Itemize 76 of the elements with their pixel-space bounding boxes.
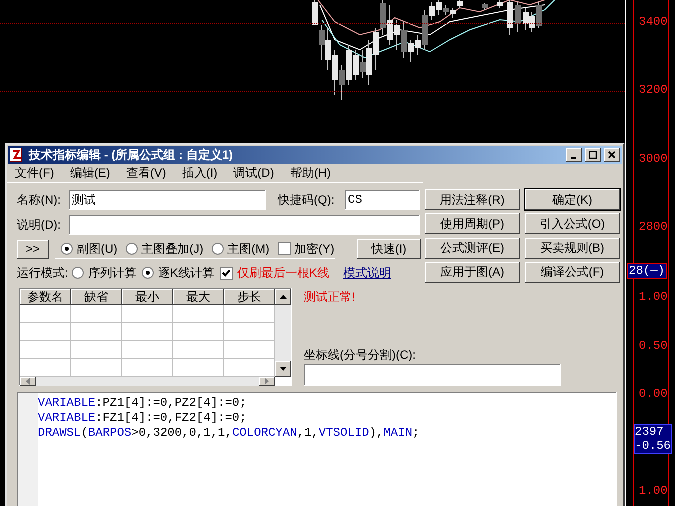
mode-help-link[interactable]: 模式说明 bbox=[343, 264, 392, 282]
code-line: VARIABLE:PZ1[4]:=0,PZ2[4]:=0; bbox=[38, 396, 248, 411]
radio-label: 副图(U) bbox=[77, 240, 118, 258]
action-button[interactable]: 公式测评(E) bbox=[425, 238, 520, 258]
candle bbox=[515, 2, 521, 32]
close-button[interactable] bbox=[604, 148, 620, 162]
action-button[interactable]: 使用周期(P) bbox=[425, 213, 520, 234]
maximize-button[interactable] bbox=[585, 148, 601, 162]
action-button[interactable]: 引入公式(O) bbox=[525, 213, 620, 234]
candle bbox=[497, 0, 503, 8]
field-label: 说明(D): bbox=[17, 216, 62, 234]
axis-label: 1.00 bbox=[639, 484, 668, 498]
axis-label: 3000 bbox=[639, 152, 668, 166]
menu-item[interactable]: 查看(V) bbox=[126, 164, 166, 182]
action-button[interactable]: 用法注释(R) bbox=[425, 189, 520, 210]
down-arrow-icon bbox=[280, 367, 286, 371]
current-value-tag: 2397 -0.56 bbox=[634, 424, 672, 454]
action-button[interactable]: 买卖规则(B) bbox=[525, 238, 620, 258]
left-arrow-icon bbox=[26, 378, 30, 385]
checkbox-label: 加密(Y) bbox=[294, 240, 335, 258]
maximize-icon bbox=[589, 151, 597, 159]
current-value-tag: 28(—) bbox=[627, 263, 668, 279]
radio-button[interactable] bbox=[212, 242, 224, 254]
axis-label: 2800 bbox=[639, 220, 668, 234]
axis-label: 0.00 bbox=[639, 387, 668, 401]
window-title: 技术指标编辑 - (所属公式组 : 自定义1) bbox=[29, 147, 233, 164]
column-header[interactable]: 参数名 bbox=[20, 289, 71, 305]
checkbox-label: 仅刷最后一根K线 bbox=[237, 265, 330, 282]
minimize-button[interactable] bbox=[566, 148, 582, 162]
description-field[interactable] bbox=[69, 214, 420, 234]
up-arrow-icon bbox=[280, 295, 286, 299]
shortcut-field[interactable]: CS bbox=[345, 190, 420, 210]
action-button[interactable]: 应用于图(A) bbox=[425, 262, 520, 283]
axis-label: 3400 bbox=[639, 15, 668, 29]
column-header[interactable]: 步长 bbox=[224, 289, 275, 305]
action-button[interactable]: 确定(K) bbox=[525, 189, 620, 210]
axis-lines-label: 坐标线(分号分割)(C): bbox=[304, 347, 417, 364]
name-field[interactable]: 测试 bbox=[69, 190, 266, 210]
column-header[interactable]: 缺省 bbox=[71, 289, 122, 305]
menu-item[interactable]: 编辑(E) bbox=[70, 164, 110, 182]
axis-label: 0.50 bbox=[639, 339, 668, 353]
code-line: DRAWSL(BARPOS>0,3200,0,1,1,COLORCYAN,1,VTSOLID),MAIN; bbox=[38, 426, 420, 441]
horizontal-scrollbar[interactable] bbox=[20, 377, 275, 386]
radio-button[interactable] bbox=[72, 267, 84, 279]
code-line: VARIABLE:FZ1[4]:=0,FZ2[4]:=0; bbox=[38, 411, 248, 426]
menu-item[interactable]: 调试(D) bbox=[234, 164, 274, 182]
radio-label: 逐K线计算 bbox=[158, 265, 214, 282]
field-label: 快捷码(Q): bbox=[278, 192, 336, 209]
action-button[interactable]: 编译公式(F) bbox=[525, 262, 620, 283]
radio-button[interactable] bbox=[126, 242, 138, 254]
code-editor[interactable]: VARIABLE:PZ1[4]:=0,PZ2[4]:=0; VARIABLE:FZ1[4]:=0,FZ2[4]:=0; DRAWSL(BARPOS>0,3200,0,1,1,COLORCYAN,1,VTSOLID),MAIN; bbox=[17, 392, 617, 506]
run-mode-label: 运行模式: bbox=[17, 265, 68, 282]
fast-button[interactable]: 快速(I) bbox=[357, 239, 421, 259]
vertical-scrollbar[interactable] bbox=[275, 289, 291, 377]
radio-button[interactable] bbox=[142, 267, 154, 279]
right-arrow-icon bbox=[265, 378, 269, 385]
radio-button[interactable] bbox=[61, 242, 73, 254]
column-header[interactable]: 最大 bbox=[173, 289, 224, 305]
radio-label: 序列计算 bbox=[88, 265, 136, 282]
candle bbox=[482, 2, 488, 10]
radio-label: 主图叠加(J) bbox=[142, 240, 204, 258]
candle bbox=[507, 0, 513, 36]
axis-label: 3200 bbox=[639, 83, 668, 97]
field-label: 名称(N): bbox=[17, 192, 62, 209]
axis-label: 1.00 bbox=[639, 290, 668, 304]
status-message: 测试正常! bbox=[304, 289, 356, 306]
menu-item[interactable]: 帮助(H) bbox=[290, 164, 331, 182]
checkbox[interactable] bbox=[220, 266, 234, 280]
radio-label: 主图(M) bbox=[228, 240, 270, 258]
menu-item[interactable]: 插入(I) bbox=[182, 164, 218, 182]
axis-lines-field[interactable] bbox=[304, 364, 561, 386]
checkbox[interactable] bbox=[278, 242, 291, 255]
menu-item[interactable]: 文件(F) bbox=[15, 164, 54, 182]
close-icon bbox=[608, 151, 616, 159]
expand-button[interactable]: >> bbox=[17, 240, 49, 258]
column-header[interactable]: 最小 bbox=[122, 289, 173, 305]
